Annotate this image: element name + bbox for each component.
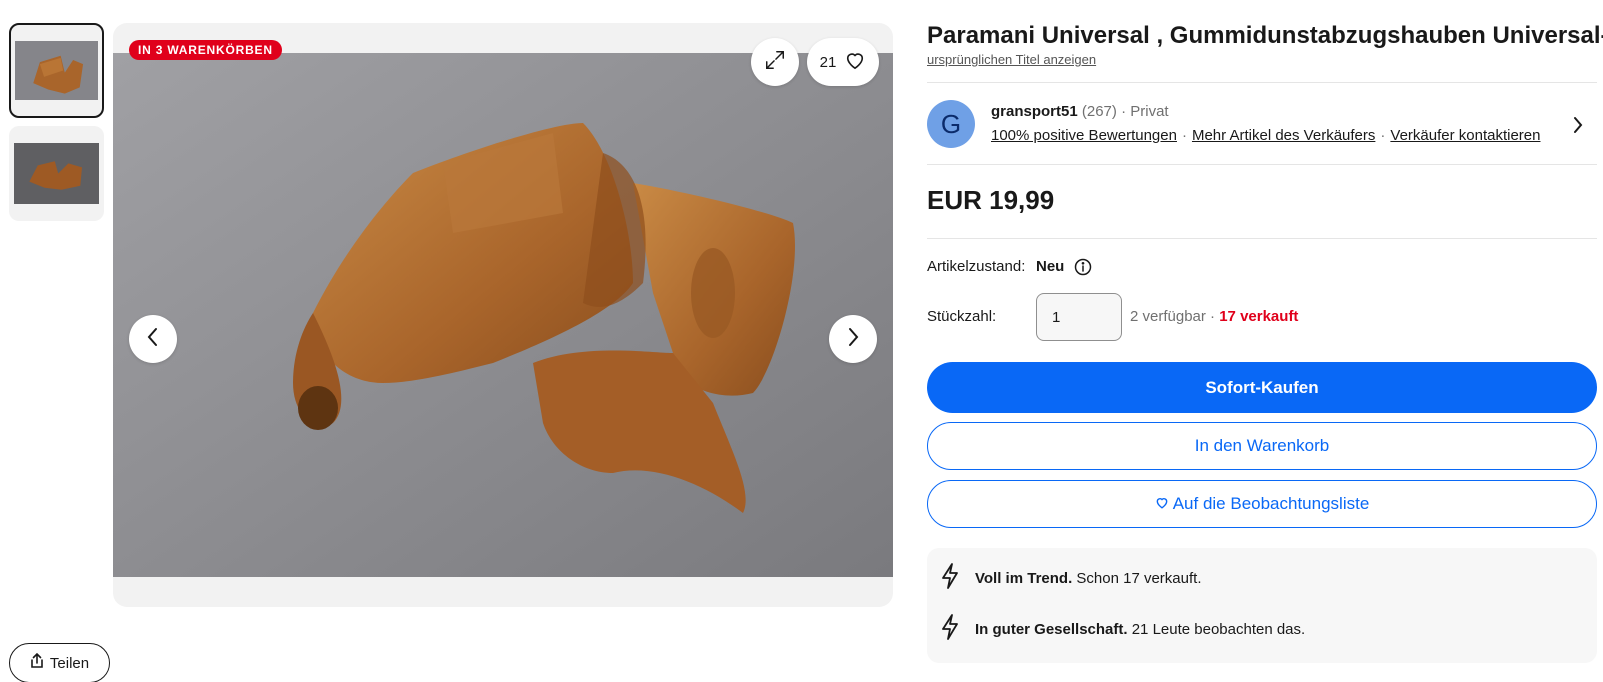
trend-description: 21 Leute beobachten das.: [1127, 620, 1306, 638]
quantity-info: 2 verfügbar · 17 verkauft: [1130, 308, 1298, 325]
separator: ·: [1380, 127, 1386, 144]
seller-type: · Privat: [1121, 103, 1169, 120]
separator: ·: [1181, 127, 1187, 144]
thumbnail-strip: [9, 23, 105, 229]
next-image-button[interactable]: [829, 315, 877, 363]
thumbnail-image: [15, 41, 98, 100]
share-label: Teilen: [49, 654, 90, 672]
trend-title: In guter Gesellschaft.: [975, 620, 1128, 638]
quantity-sold: 17 verkauft: [1219, 308, 1299, 325]
seller-name[interactable]: gransport51: [991, 103, 1078, 120]
condition-label: Artikelzustand:: [927, 258, 1026, 275]
positive-feedback-link[interactable]: 100% positive Bewertungen: [991, 127, 1177, 144]
original-title-link[interactable]: ursprünglichen Titel anzeigen: [927, 52, 1096, 67]
chevron-right-icon: [1572, 117, 1584, 139]
lightning-icon: [939, 613, 961, 645]
seller-details-button[interactable]: [1572, 115, 1584, 140]
trend-box: Voll im Trend. Schon 17 verkauft. In gut…: [927, 548, 1597, 663]
heart-icon: [844, 50, 866, 74]
chevron-left-icon: [145, 327, 161, 352]
thumbnail-image: [14, 143, 99, 204]
heart-icon: [1155, 494, 1169, 514]
buy-now-button[interactable]: Sofort-Kaufen: [927, 362, 1597, 413]
more-items-link[interactable]: Mehr Artikel des Verkäufers: [1192, 127, 1375, 144]
lightning-icon: [939, 562, 961, 594]
trend-text: Voll im Trend. Schon 17 verkauft.: [975, 570, 1202, 587]
trend-description: Schon 17 verkauft.: [1072, 569, 1202, 587]
product-photo[interactable]: [113, 53, 893, 577]
image-gallery: IN 3 WARENKÖRBEN 21: [113, 23, 893, 607]
thumbnail-1[interactable]: [9, 23, 104, 118]
divider: [927, 238, 1597, 239]
add-to-watchlist-button[interactable]: Auf die Beobachtungsliste: [927, 480, 1597, 528]
condition-value: Neu: [1036, 258, 1065, 275]
expand-icon: [764, 49, 786, 76]
trend-text: In guter Gesellschaft. 21 Leute beobacht…: [975, 621, 1305, 638]
price: EUR 19,99: [927, 185, 1055, 215]
trend-item: In guter Gesellschaft. 21 Leute beobacht…: [939, 613, 1305, 645]
thumbnail-2[interactable]: [9, 126, 104, 221]
add-to-cart-button[interactable]: In den Warenkorb: [927, 422, 1597, 470]
quantity-input[interactable]: [1036, 293, 1122, 341]
trend-title: Voll im Trend.: [975, 569, 1073, 587]
contact-seller-link[interactable]: Verkäufer kontaktieren: [1390, 127, 1540, 144]
previous-image-button[interactable]: [129, 315, 177, 363]
chevron-right-icon: [845, 327, 861, 352]
divider: [927, 164, 1597, 165]
listing-title: Paramani Universal , Gummidunstabzugshau…: [927, 22, 1603, 49]
cart-count-badge: IN 3 WARENKÖRBEN: [129, 40, 282, 60]
divider: [927, 82, 1597, 83]
seller-name-line: gransport51 (267) · Privat: [991, 103, 1169, 120]
seller-links: 100% positive Bewertungen · Mehr Artikel d…: [991, 127, 1540, 144]
share-icon: [30, 652, 44, 673]
share-button[interactable]: Teilen: [9, 643, 110, 682]
trend-item: Voll im Trend. Schon 17 verkauft.: [939, 562, 1202, 594]
quantity-label: Stückzahl:: [927, 308, 997, 325]
quantity-available: 2 verfügbar ·: [1130, 308, 1220, 325]
watch-label: Auf die Beobachtungsliste: [1172, 494, 1370, 513]
info-icon[interactable]: [1074, 258, 1092, 281]
watch-count: 21: [819, 53, 837, 71]
seller-avatar[interactable]: G: [927, 100, 975, 148]
watch-count-button[interactable]: 21: [807, 38, 879, 86]
expand-image-button[interactable]: [751, 38, 799, 86]
seller-rating-count: (267): [1081, 103, 1117, 120]
